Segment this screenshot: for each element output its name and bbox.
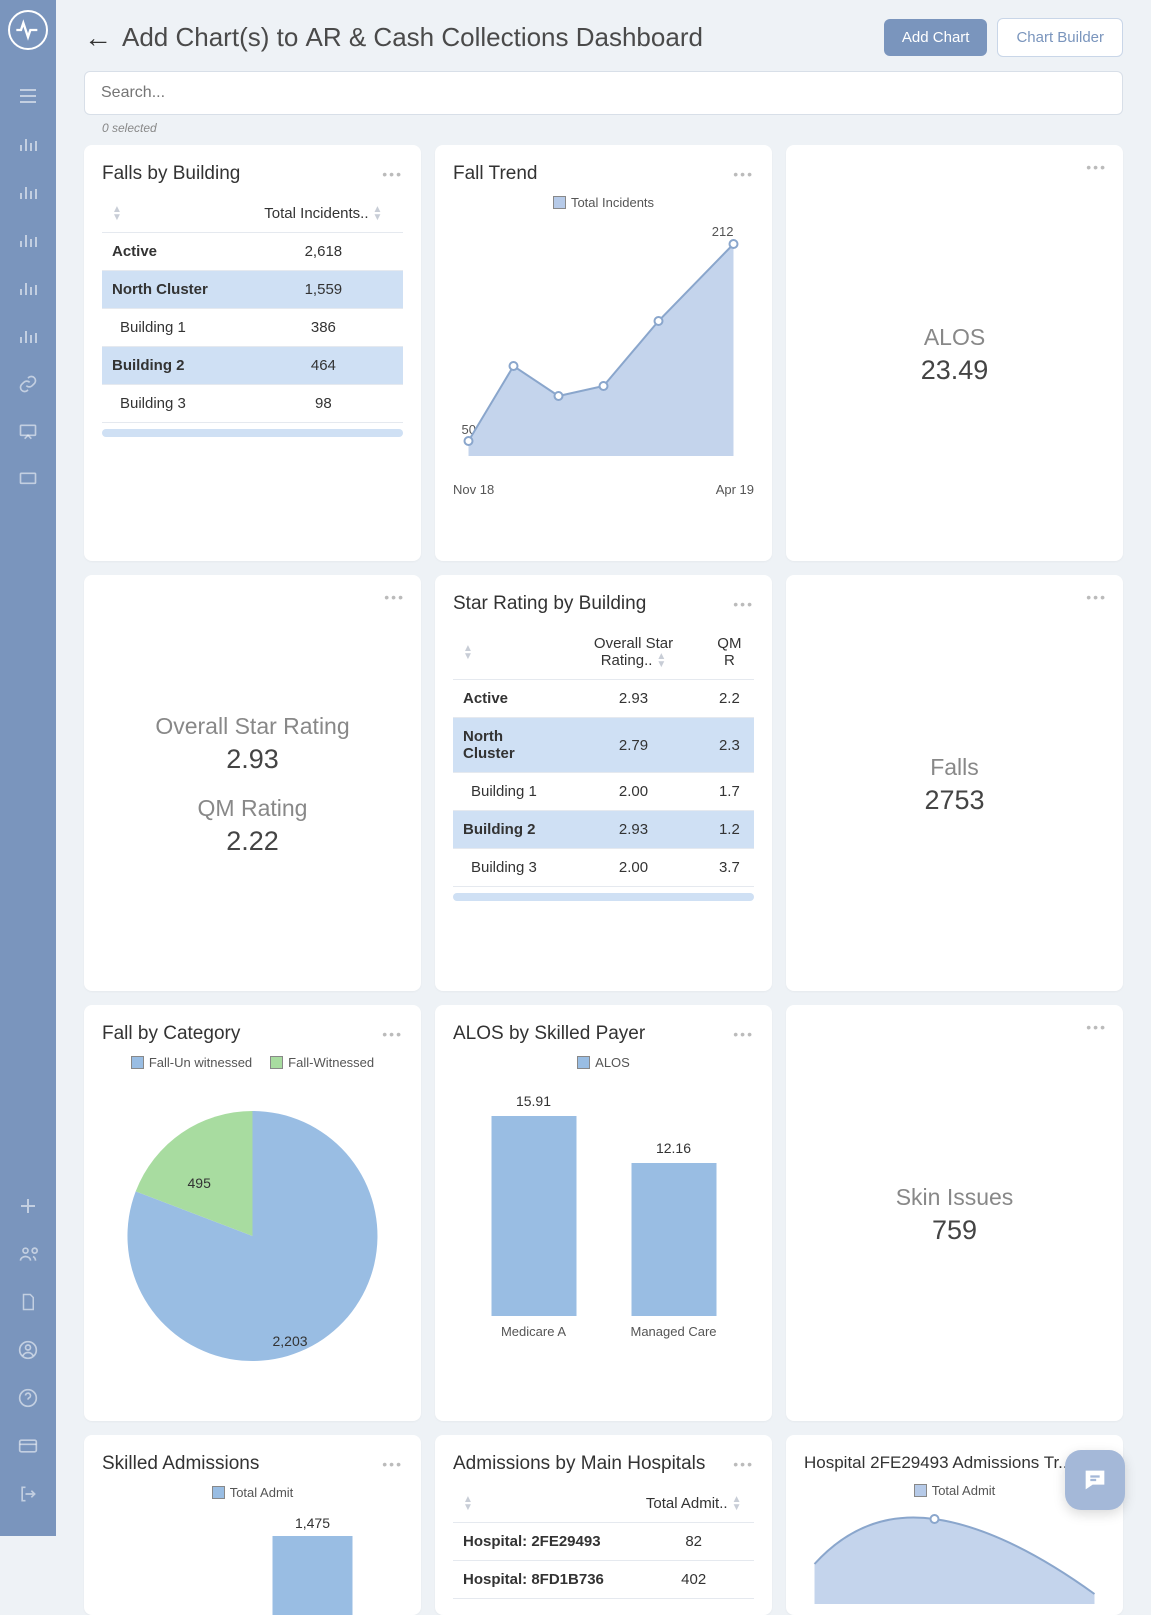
more-icon[interactable]: ••• xyxy=(1086,1019,1107,1035)
document-icon[interactable] xyxy=(16,1290,40,1314)
top-bar: ← Add Chart(s) to AR & Cash Collections … xyxy=(84,18,1123,57)
table-row[interactable]: Building 1386 xyxy=(102,309,403,347)
presentation-icon[interactable] xyxy=(16,420,40,444)
alos-payer-bar: 15.91 12.16 Medicare A Managed Care xyxy=(453,1076,754,1356)
h-scrollbar[interactable] xyxy=(453,893,754,901)
svg-text:2,203: 2,203 xyxy=(273,1333,308,1349)
sidebar xyxy=(0,0,56,1536)
hamburger-icon[interactable] xyxy=(16,84,40,108)
table-row[interactable]: Building 12.001.7 xyxy=(453,773,754,811)
more-icon[interactable]: ••• xyxy=(733,1456,754,1472)
table-row[interactable]: Hospital: 2FE2949382 xyxy=(453,1523,754,1561)
main-content: ← Add Chart(s) to AR & Cash Collections … xyxy=(56,0,1151,1615)
card-falls-kpi[interactable]: ••• Falls2753 xyxy=(786,575,1123,991)
help-icon[interactable] xyxy=(16,1386,40,1410)
selected-count-label: 0 selected xyxy=(102,121,1123,135)
svg-text:495: 495 xyxy=(188,1175,212,1191)
account-icon[interactable] xyxy=(16,1338,40,1362)
table-row[interactable]: North Cluster1,559 xyxy=(102,271,403,309)
chart-1-icon[interactable] xyxy=(16,132,40,156)
chart-5-icon[interactable] xyxy=(16,324,40,348)
back-arrow-icon[interactable]: ← xyxy=(84,22,112,54)
col-total-incidents[interactable]: Total Incidents..▲▼ xyxy=(244,195,403,233)
skilled-adm-bar: 1,475 xyxy=(102,1506,403,1615)
fall-trend-chart: 212 50 xyxy=(453,216,754,476)
table-row[interactable]: Building 2464 xyxy=(102,347,403,385)
svg-text:1,475: 1,475 xyxy=(295,1515,330,1531)
more-icon[interactable]: ••• xyxy=(1086,159,1107,175)
svg-text:Medicare A: Medicare A xyxy=(501,1324,566,1339)
falls-table: ▲▼ Total Incidents..▲▼ Active2,618North … xyxy=(102,195,403,423)
search-input[interactable] xyxy=(84,71,1123,115)
svg-text:Managed Care: Managed Care xyxy=(631,1324,717,1339)
card-grid: Falls by Building ••• ▲▼ Total Incidents.… xyxy=(84,145,1123,1615)
users-icon[interactable] xyxy=(16,1242,40,1266)
hospital-trend-chart xyxy=(804,1504,1105,1604)
more-icon[interactable]: ••• xyxy=(1086,589,1107,605)
star-table: ▲▼ Overall Star Rating..▲▼ QM R Active2.… xyxy=(453,625,754,887)
fall-category-pie: 495 2,203 xyxy=(102,1076,403,1376)
card-fall-by-category[interactable]: Fall by Category••• Fall-Un witnessed Fa… xyxy=(84,1005,421,1421)
table-row[interactable]: North Cluster2.792.3 xyxy=(453,718,754,773)
card-admissions-by-hospital[interactable]: Admissions by Main Hospitals••• ▲▼ Total… xyxy=(435,1435,772,1615)
card-alos-by-payer[interactable]: ALOS by Skilled Payer••• ALOS 15.91 12.1… xyxy=(435,1005,772,1421)
link-icon[interactable] xyxy=(16,372,40,396)
card-fall-trend[interactable]: Fall Trend••• Total Incidents 212 50 Nov… xyxy=(435,145,772,561)
plus-icon[interactable] xyxy=(16,1194,40,1218)
page-title: Add Chart(s) to AR & Cash Collections Da… xyxy=(122,22,703,53)
more-icon[interactable]: ••• xyxy=(733,166,754,182)
more-icon[interactable]: ••• xyxy=(384,589,405,605)
more-icon[interactable]: ••• xyxy=(382,166,403,182)
hospital-table: ▲▼ Total Admit..▲▼ Hospital: 2FE2949382H… xyxy=(453,1485,754,1599)
more-icon[interactable]: ••• xyxy=(733,596,754,612)
chat-icon xyxy=(1081,1466,1109,1494)
report-icon[interactable] xyxy=(16,468,40,492)
chat-fab-button[interactable] xyxy=(1065,1450,1125,1510)
more-icon[interactable]: ••• xyxy=(382,1456,403,1472)
add-chart-button[interactable]: Add Chart xyxy=(884,19,988,56)
card-star-by-building[interactable]: Star Rating by Building••• ▲▼ Overall St… xyxy=(435,575,772,991)
svg-text:212: 212 xyxy=(712,224,734,239)
card-icon[interactable] xyxy=(16,1434,40,1458)
h-scrollbar[interactable] xyxy=(102,429,403,437)
card-skilled-admissions[interactable]: Skilled Admissions••• Total Admit 1,475 xyxy=(84,1435,421,1615)
card-alos-kpi[interactable]: ••• ALOS23.49 xyxy=(786,145,1123,561)
table-row[interactable]: Active2,618 xyxy=(102,233,403,271)
svg-text:12.16: 12.16 xyxy=(656,1140,691,1156)
table-row[interactable]: Active2.932.2 xyxy=(453,680,754,718)
chart-3-icon[interactable] xyxy=(16,228,40,252)
app-logo-icon[interactable] xyxy=(8,10,48,50)
chart-builder-button[interactable]: Chart Builder xyxy=(997,18,1123,57)
more-icon[interactable]: ••• xyxy=(382,1026,403,1042)
more-icon[interactable]: ••• xyxy=(733,1026,754,1042)
card-falls-by-building[interactable]: Falls by Building ••• ▲▼ Total Incidents.… xyxy=(84,145,421,561)
chart-4-icon[interactable] xyxy=(16,276,40,300)
table-row[interactable]: Building 32.003.7 xyxy=(453,849,754,887)
card-overall-star-kpi[interactable]: ••• Overall Star Rating2.93 QM Rating2.2… xyxy=(84,575,421,991)
table-row[interactable]: Building 398 xyxy=(102,385,403,423)
table-row[interactable]: Building 22.931.2 xyxy=(453,811,754,849)
logout-icon[interactable] xyxy=(16,1482,40,1506)
card-title: Falls by Building xyxy=(102,163,240,185)
chart-2-icon[interactable] xyxy=(16,180,40,204)
card-skin-issues-kpi[interactable]: ••• Skin Issues759 xyxy=(786,1005,1123,1421)
svg-text:15.91: 15.91 xyxy=(516,1093,551,1109)
table-row[interactable]: Hospital: 8FD1B736402 xyxy=(453,1561,754,1599)
